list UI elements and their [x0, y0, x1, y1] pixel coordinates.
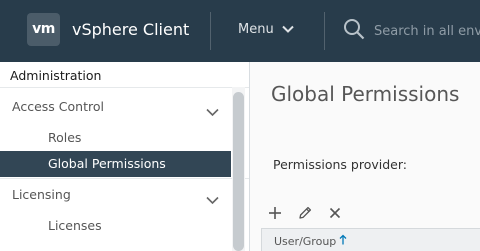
navigation-sidebar: Administration Access Control Roles Glob… — [0, 62, 250, 251]
sidebar-item-label: Licenses — [48, 218, 102, 233]
sidebar-item-roles[interactable]: Roles — [0, 125, 231, 151]
chevron-down-icon[interactable] — [206, 102, 219, 121]
sidebar-scrollbar-thumb[interactable] — [233, 92, 244, 251]
column-header-user-group[interactable]: User/Group — [274, 234, 347, 248]
edit-pencil-icon[interactable] — [297, 205, 313, 221]
search-input[interactable]: Search in all envi — [374, 24, 480, 39]
divider — [0, 87, 249, 88]
divider — [0, 178, 249, 179]
sidebar-item-licenses[interactable]: Licenses — [0, 213, 231, 239]
nav-group-licensing[interactable]: Licensing — [12, 187, 71, 202]
chevron-down-icon — [281, 22, 294, 37]
permissions-grid-header: User/Group — [261, 228, 480, 251]
app-title: vSphere Client — [72, 20, 190, 39]
menu-button[interactable]: Menu — [238, 22, 294, 37]
sort-ascending-icon[interactable] — [339, 234, 347, 248]
main-content: Global Permissions Permissions provider:… — [250, 62, 480, 251]
menu-label: Menu — [238, 22, 274, 37]
top-header: vm vSphere Client Menu Search in all env… — [0, 0, 480, 62]
search-icon — [343, 18, 365, 44]
sidebar-item-label: Roles — [48, 130, 82, 145]
vmware-logo[interactable]: vm — [27, 13, 60, 46]
header-divider — [324, 12, 325, 50]
sidebar-item-global-permissions[interactable]: Global Permissions — [0, 151, 231, 177]
global-search[interactable]: Search in all envi — [343, 18, 480, 44]
add-icon[interactable] — [267, 205, 283, 221]
grid-toolbar — [267, 205, 357, 221]
chevron-down-icon[interactable] — [206, 190, 219, 209]
header-divider — [210, 12, 211, 50]
permissions-provider-label: Permissions provider: — [273, 157, 407, 172]
remove-icon[interactable] — [327, 205, 343, 221]
nav-group-label: Licensing — [12, 187, 71, 202]
page-title: Global Permissions — [271, 82, 460, 106]
nav-group-access-control[interactable]: Access Control — [12, 99, 104, 114]
sidebar-heading: Administration — [10, 68, 102, 83]
sidebar-item-label: Global Permissions — [48, 156, 166, 171]
column-header-label: User/Group — [274, 234, 337, 248]
nav-group-label: Access Control — [12, 99, 104, 114]
